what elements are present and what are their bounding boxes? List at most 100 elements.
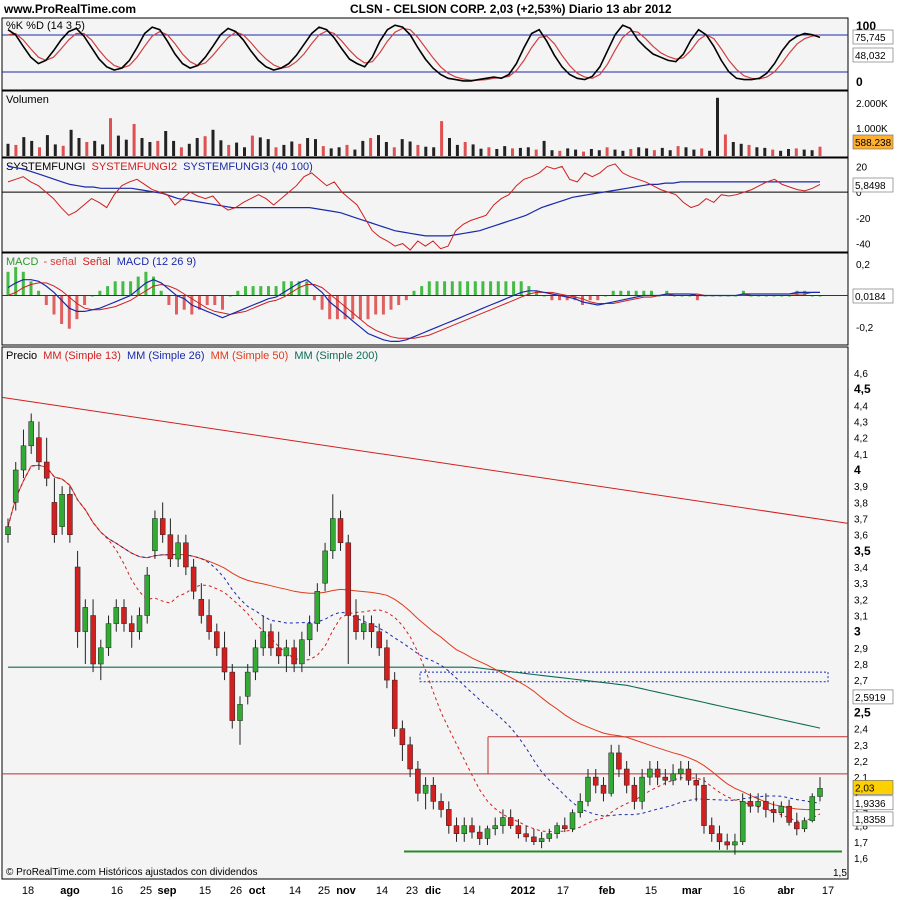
volume-bar: [38, 147, 41, 156]
macd-histogram-bar: [496, 281, 500, 296]
price-tick: 2,8: [854, 660, 868, 671]
macd-histogram-bar: [236, 290, 240, 296]
price-tick: 3,2: [854, 595, 868, 606]
volume-bar: [22, 137, 26, 156]
candle-body: [98, 647, 104, 665]
volume-bar: [329, 148, 333, 156]
volume-bar: [45, 135, 49, 156]
volume-bar: [763, 147, 767, 156]
volume-bar: [258, 137, 262, 156]
systemfungi-tick--40: -40: [856, 240, 871, 251]
volume-bar: [321, 146, 325, 156]
candle-body: [5, 526, 11, 535]
price-tick: 3,4: [854, 563, 868, 574]
volume-bar: [534, 149, 538, 156]
volume-bar: [172, 140, 176, 156]
price-tick: 3,1: [854, 612, 868, 623]
macd-value: 0,0184: [855, 292, 886, 303]
volume-value: 588.238: [855, 138, 892, 149]
volume-bar: [140, 138, 144, 156]
macd-title: MACD - señal Señal MACD (12 26 9): [6, 256, 196, 268]
macd-histogram-bar: [803, 290, 807, 296]
volume-bar: [424, 146, 428, 156]
volume-bar: [645, 148, 649, 156]
volume-bar: [487, 147, 491, 156]
candle-body: [794, 822, 800, 830]
volume-bar: [203, 136, 207, 156]
price-title: Precio MM (Simple 13) MM (Simple 26) MM …: [6, 350, 378, 362]
volume-bar: [14, 144, 18, 156]
stochastic-k-value: 75,745: [855, 33, 886, 44]
candle-body: [492, 825, 498, 830]
volume-bar: [306, 138, 310, 156]
volume-bar: [369, 138, 373, 156]
volume-bar: [337, 147, 341, 156]
candle-body: [739, 801, 746, 843]
macd-histogram-bar: [412, 290, 416, 296]
candle-body: [770, 809, 777, 813]
systemfungi-title-2: SYSTEMFUNGI2: [92, 161, 178, 173]
candle-body: [662, 776, 669, 781]
macd-histogram-bar: [113, 281, 117, 296]
volume-bar: [566, 148, 570, 156]
candle-body: [623, 768, 630, 786]
volume-bar: [219, 140, 223, 156]
macd-histogram-bar: [627, 290, 630, 296]
candle-body: [291, 647, 297, 665]
volume-bar: [771, 149, 775, 156]
macd-histogram-bar: [244, 286, 247, 296]
volume-bar: [787, 149, 790, 156]
volume-bar: [235, 142, 239, 156]
x-axis-label: 17: [822, 885, 834, 897]
volume-bar: [179, 147, 183, 156]
macd-histogram-bar: [121, 281, 125, 296]
price-tick: 3,6: [854, 531, 868, 542]
candle-body: [353, 615, 359, 632]
volume-bar: [384, 142, 388, 156]
x-axis-label: 2012: [511, 885, 535, 897]
candle-body: [330, 518, 336, 552]
chart-title: CLSN - CELSION CORP. 2,03 (+2,53%) Diari…: [350, 2, 672, 16]
candle-body: [763, 801, 769, 810]
candle-body: [453, 825, 460, 834]
volume-bar: [755, 147, 759, 156]
candle-body: [569, 812, 576, 830]
candle-body: [337, 518, 344, 543]
volume-bar: [660, 147, 664, 156]
volume-tick-1000k: 1.000K: [856, 124, 888, 135]
candle-body: [82, 607, 89, 632]
volume-bar: [30, 140, 34, 156]
volume-bar: [739, 143, 743, 156]
volume-bar: [479, 148, 483, 156]
macd-histogram-bar: [67, 295, 71, 329]
macd-histogram-bar: [37, 290, 41, 296]
candle-body: [500, 817, 506, 826]
volume-bar: [195, 138, 199, 156]
macd-histogram-bar: [21, 271, 25, 296]
volume-bar: [77, 138, 81, 156]
macd-histogram-bar: [504, 281, 508, 296]
candle-body: [778, 805, 785, 813]
site-name[interactable]: www.ProRealTime.com: [3, 2, 136, 16]
candle-body: [299, 639, 305, 665]
volume-bar: [282, 144, 286, 156]
x-axis-label: feb: [599, 885, 616, 897]
candle-body: [74, 566, 81, 632]
stochastic-d-value: 48,032: [855, 51, 886, 62]
volume-bar: [700, 148, 704, 156]
candle-body: [159, 518, 166, 535]
candle-body: [415, 768, 421, 794]
volume-bar: [93, 140, 97, 156]
volume-tick-2000k: 2.000K: [856, 99, 888, 110]
volume-bar: [597, 150, 601, 156]
macd-histogram-bar: [136, 276, 140, 296]
systemfungi-title-1: SYSTEMFUNGI: [6, 161, 85, 173]
macd-histogram-bar: [274, 286, 278, 296]
volume-bar: [731, 142, 735, 156]
x-axis-label: 14: [463, 885, 475, 897]
macd-histogram-bar: [397, 295, 401, 305]
x-axis-label: nov: [336, 885, 356, 897]
volume-bar: [361, 140, 365, 156]
price-title-3: MM (Simple 26): [127, 350, 205, 362]
volume-bar: [432, 147, 436, 156]
